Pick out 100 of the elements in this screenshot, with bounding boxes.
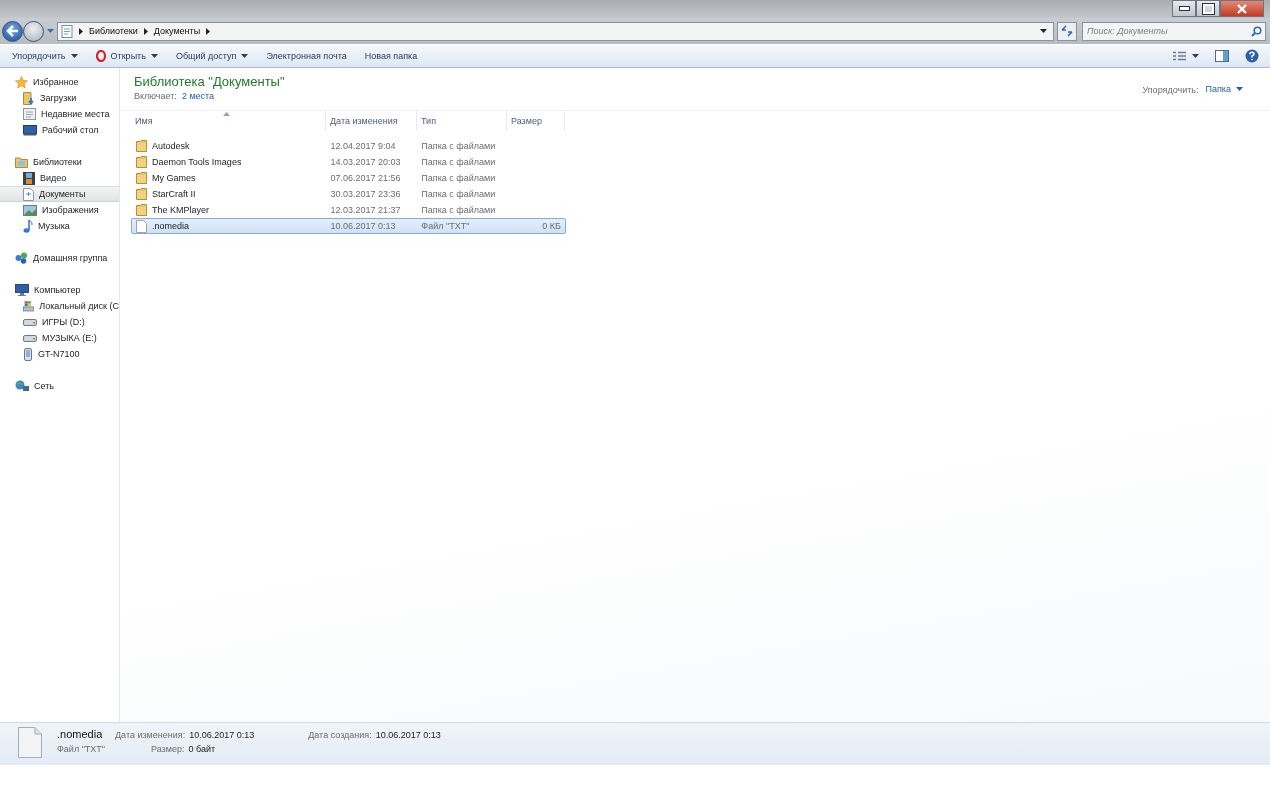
file-row[interactable]: .nomedia 10.06.2017 0:13 Файл "TXT" 0 КБ: [131, 218, 566, 234]
chevron-icon[interactable]: [143, 27, 148, 35]
download-folder-icon: [23, 91, 35, 105]
date-cell-text: 12.04.2017 9:04: [329, 141, 397, 151]
sidebar-item[interactable]: Локальный диск (C: [0, 298, 119, 314]
help-icon: [1245, 49, 1259, 63]
type-cell-text: Папка с файлами: [420, 205, 497, 215]
drive-icon: [23, 299, 35, 313]
created-label: Дата создания:: [308, 730, 372, 740]
drive-icon: [23, 318, 37, 326]
toolbar-button[interactable]: Упорядочить: [6, 49, 84, 63]
date-cell-text: 30.03.2017 23:36: [329, 189, 402, 199]
toolbar-button[interactable]: Новая папка: [358, 49, 424, 63]
arrange-label: Упорядочить:: [1142, 85, 1199, 95]
type-cell-text: Папка с файлами: [420, 141, 497, 151]
sidebar-item[interactable]: Видео: [0, 170, 119, 186]
refresh-icon: [1061, 25, 1073, 37]
sort-arrow-icon: [223, 112, 230, 116]
folder-icon: [136, 140, 147, 152]
phone-icon: [23, 347, 33, 361]
caret-icon[interactable]: [1040, 29, 1047, 33]
caret-icon: [70, 54, 78, 58]
file-row[interactable]: StarCraft II 30.03.2017 23:36 Папка с файлами: [131, 186, 566, 202]
date-cell-text: 12.03.2017 21:37: [329, 205, 402, 215]
sidebar-item[interactable]: Изображения: [0, 202, 119, 218]
modified-label: Дата изменения:: [115, 730, 186, 740]
type-cell-text: Папка с файлами: [420, 157, 497, 167]
folder-icon: [136, 156, 147, 168]
sidebar-item[interactable]: Библиотеки: [0, 154, 119, 170]
date-cell-text: 14.03.2017 20:03: [329, 157, 402, 167]
music-note-icon: [23, 219, 33, 233]
file-row[interactable]: Daemon Tools Images 14.03.2017 20:03 Папка с файлами: [131, 154, 566, 170]
breadcrumb[interactable]: Документы: [153, 26, 201, 36]
file-name: StarCraft II: [152, 189, 196, 199]
close-button[interactable]: [1220, 0, 1264, 17]
refresh-button[interactable]: [1057, 21, 1077, 41]
breadcrumb[interactable]: Библиотеки: [89, 26, 138, 36]
file-type: Файл "TXT": [57, 744, 105, 754]
file-name: .nomedia: [152, 221, 190, 231]
toolbar-button[interactable]: Электронная почта: [260, 49, 353, 63]
file-row[interactable]: My Games 07.06.2017 21:56 Папка с файлами: [131, 170, 566, 186]
address-bar[interactable]: Библиотеки Документы: [57, 21, 1054, 41]
file-row[interactable]: Autodesk 12.04.2017 9:04 Папка с файлами: [131, 138, 566, 154]
file-row[interactable]: The KMPlayer 12.03.2017 21:37 Папка с файлами: [131, 202, 566, 218]
forward-button[interactable]: [23, 20, 44, 42]
type-cell-text: Папка с файлами: [420, 189, 497, 199]
sidebar-item[interactable]: МУЗЫКА (E:): [0, 330, 119, 346]
folder-icon: [15, 156, 28, 168]
film-icon: [23, 171, 35, 185]
sidebar-item[interactable]: Рабочий стол: [0, 122, 119, 138]
file-name: .nomedia: [57, 728, 104, 740]
people-icon: [15, 252, 28, 264]
monitor-icon: [23, 124, 37, 136]
chevron-icon[interactable]: [206, 27, 211, 35]
column-header[interactable]: Тип: [417, 111, 507, 131]
document-icon: [23, 187, 34, 201]
window-icon: [23, 108, 36, 120]
library-icon: [61, 24, 73, 38]
ring-icon: [95, 50, 106, 62]
maximize-button[interactable]: [1196, 0, 1220, 17]
sidebar-item[interactable]: Компьютер: [0, 282, 119, 298]
size-value: 0 байт: [188, 744, 216, 754]
view-list-icon: [1173, 51, 1199, 61]
date-cell-text: 07.06.2017 21:56: [329, 173, 402, 183]
sidebar-item[interactable]: GT-N7100: [0, 346, 119, 362]
folder-icon: [136, 204, 147, 216]
arrange-dropdown[interactable]: Папка: [1198, 82, 1246, 96]
size-cell: 0 КБ: [542, 221, 561, 231]
close-icon: [1236, 3, 1248, 14]
caret-icon: [241, 54, 249, 58]
sidebar-item[interactable]: Избранное: [0, 74, 119, 90]
file-name: My Games: [152, 173, 196, 183]
type-cell-text: Папка с файлами: [420, 173, 497, 183]
file-name: The KMPlayer: [152, 205, 210, 215]
back-button[interactable]: [2, 20, 23, 42]
sidebar-item[interactable]: Документы: [0, 186, 119, 202]
sidebar-item[interactable]: Сеть: [0, 378, 119, 394]
folder-icon: [136, 172, 147, 184]
sidebar-item[interactable]: Недавние места: [0, 106, 119, 122]
drive-icon: [23, 334, 37, 342]
file-name: Daemon Tools Images: [152, 157, 242, 167]
modified-value: 10.06.2017 0:13: [189, 730, 255, 740]
chevron-icon[interactable]: [79, 27, 83, 35]
sidebar-item[interactable]: Домашняя группа: [0, 250, 119, 266]
locations-link[interactable]: 2 места: [181, 91, 215, 101]
sidebar-item[interactable]: ИГРЫ (D:): [0, 314, 119, 330]
column-header[interactable]: Дата изменения: [326, 111, 417, 131]
toolbar-button[interactable]: Открыть: [89, 48, 164, 64]
size-label: Размер:: [151, 744, 185, 754]
type-cell-text: Файл "TXT": [420, 221, 471, 231]
pane-icon: [1215, 50, 1229, 62]
sidebar-item[interactable]: Загрузки: [0, 90, 119, 106]
search-field[interactable]: Поиск: Документы: [1082, 21, 1266, 41]
sidebar-item[interactable]: Музыка: [0, 218, 119, 234]
file-name: Autodesk: [152, 141, 190, 151]
network-icon: [15, 380, 29, 392]
includes-label: Включает:: [134, 91, 177, 101]
minimize-button[interactable]: [1172, 0, 1196, 17]
column-header[interactable]: Размер: [507, 111, 565, 131]
toolbar-button[interactable]: Общий доступ: [169, 49, 255, 63]
